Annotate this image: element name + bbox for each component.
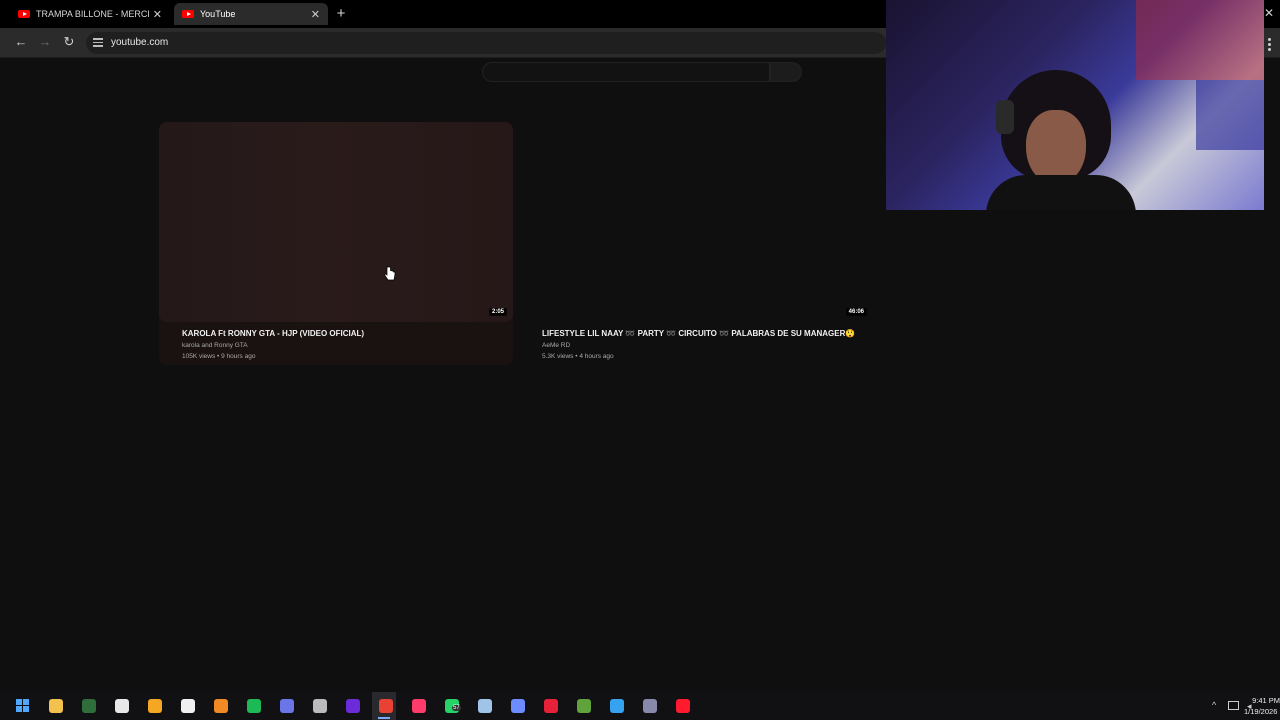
- video-meta: 105K views • 9 hours ago: [182, 353, 256, 360]
- fl-studio-icon[interactable]: [214, 699, 228, 713]
- tiktok-icon[interactable]: [412, 699, 426, 713]
- steam-icon[interactable]: [478, 699, 492, 713]
- forward-button[interactable]: →: [37, 34, 53, 49]
- tray-overflow-icon[interactable]: ^: [1212, 700, 1216, 710]
- close-tab-icon[interactable]: ✕: [311, 8, 320, 21]
- discord-icon[interactable]: [280, 699, 294, 713]
- browser-menu-icon[interactable]: [1268, 36, 1272, 53]
- video-duration-badge: 2:05: [488, 308, 507, 316]
- channel-name[interactable]: AeMe RD: [542, 342, 570, 349]
- youtube-search-bar: [482, 62, 802, 82]
- video-card[interactable]: 46:06 LIFESTYLE LIL NAAY ➿ PARTY ➿ CIRCU…: [519, 122, 873, 365]
- tab-title: YouTube: [200, 9, 236, 19]
- video-title[interactable]: LIFESTYLE LIL NAAY ➿ PARTY ➿ CIRCUITO ➿ …: [542, 329, 855, 338]
- video-title[interactable]: KAROLA Ft RONNY GTA - HJP (VIDEO OFICIAL…: [182, 329, 364, 338]
- capcut-icon[interactable]: [181, 699, 195, 713]
- windows-taskbar: 57: [0, 692, 1280, 720]
- back-button[interactable]: ←: [13, 34, 29, 49]
- headset-icon: [996, 100, 1014, 134]
- address-bar[interactable]: youtube.com: [86, 32, 886, 54]
- hand-cursor-icon: [384, 266, 396, 281]
- flag-background: [1136, 0, 1264, 80]
- streamer-body: [986, 175, 1136, 210]
- search-input[interactable]: [482, 62, 770, 82]
- whatsapp-icon[interactable]: 57: [445, 699, 461, 713]
- file-explorer-icon[interactable]: [49, 699, 63, 713]
- obs-icon[interactable]: [115, 699, 129, 713]
- video-meta: 5.3K views • 4 hours ago: [542, 353, 614, 360]
- reload-button[interactable]: ↻: [61, 34, 77, 50]
- webcam-overlay: [886, 0, 1264, 210]
- terminal-icon[interactable]: [82, 699, 96, 713]
- tab-trampa-billone[interactable]: TRAMPA BILLONE - MERCEDES ✕: [10, 3, 170, 25]
- windows-start-icon[interactable]: [16, 699, 30, 713]
- notification-badge: 57: [452, 705, 461, 711]
- video-thumbnail[interactable]: [519, 122, 873, 322]
- app-red-icon[interactable]: [544, 699, 558, 713]
- new-tab-button[interactable]: +: [334, 5, 348, 22]
- clock-date[interactable]: 1/19/2026: [1244, 707, 1280, 716]
- video-duration-badge: 46:06: [845, 308, 867, 316]
- chrome-icon[interactable]: [379, 699, 393, 713]
- window-close-icon[interactable]: ✕: [1264, 6, 1274, 20]
- tab-youtube[interactable]: YouTube ✕: [174, 3, 328, 25]
- minecraft-icon[interactable]: [577, 699, 591, 713]
- youtube-favicon-icon: [18, 10, 30, 18]
- search-button[interactable]: [770, 62, 802, 82]
- nzxt-icon[interactable]: [346, 699, 360, 713]
- clock-time[interactable]: 9:41 PM: [1246, 696, 1280, 705]
- video-thumbnail[interactable]: [159, 122, 513, 322]
- app-blue-icon[interactable]: [610, 699, 624, 713]
- site-info-icon[interactable]: [93, 36, 103, 48]
- tab-title: TRAMPA BILLONE - MERCEDES: [36, 9, 149, 19]
- streamer-face: [1026, 110, 1086, 185]
- 4k-downloader-icon[interactable]: [511, 699, 525, 713]
- opera-icon[interactable]: [676, 699, 690, 713]
- video-card[interactable]: 2:05 KAROLA Ft RONNY GTA - HJP (VIDEO OF…: [159, 122, 513, 365]
- app-orange-icon[interactable]: [148, 699, 162, 713]
- speedtest-icon[interactable]: [313, 699, 327, 713]
- app-grid-icon[interactable]: [643, 699, 657, 713]
- flag-background: [1196, 80, 1264, 150]
- spotify-icon[interactable]: [247, 699, 261, 713]
- close-tab-icon[interactable]: ✕: [153, 8, 162, 21]
- network-icon[interactable]: [1228, 701, 1239, 710]
- url-text: youtube.com: [111, 37, 169, 48]
- youtube-favicon-icon: [182, 10, 194, 18]
- channel-name[interactable]: karola and Ronny GTA: [182, 342, 248, 349]
